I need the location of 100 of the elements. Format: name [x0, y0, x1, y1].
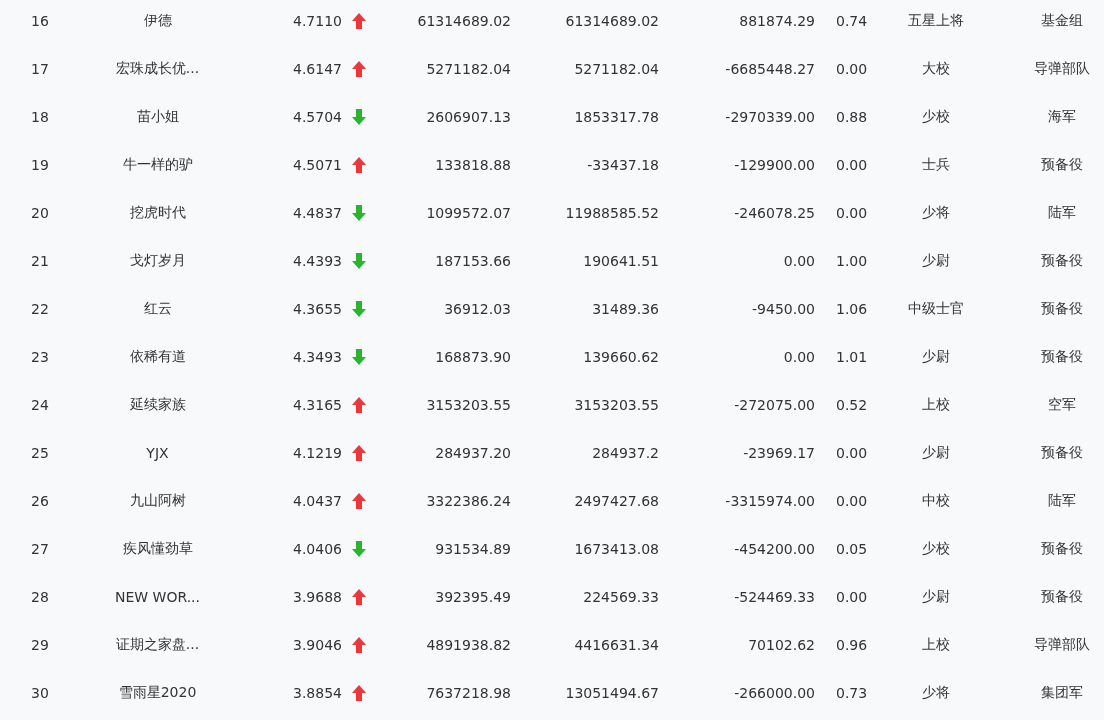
user-name: 伊德 [143, 12, 172, 30]
rank-number: 28 [31, 589, 49, 605]
table-cell: 3153203.55 [574, 397, 659, 413]
rank-title: 五星上将 [908, 12, 964, 30]
table-cell: 0.00 [836, 445, 868, 461]
score-value: 4.3493 [293, 349, 342, 365]
table-cell: 0.52 [836, 397, 868, 413]
score-value: 4.5071 [293, 157, 342, 173]
rank-title: 少尉 [922, 348, 950, 366]
user-name: 依稀有道 [129, 348, 186, 366]
user-name: YJX [146, 445, 169, 461]
table-cell: 5271182.04 [574, 61, 659, 77]
group-name: 导弹部队 [1034, 60, 1090, 78]
table-cell: 7637218.98 [426, 685, 511, 701]
table-cell: -129900.00 [734, 157, 815, 173]
table-cell: -33437.18 [587, 157, 659, 173]
table-cell: -23969.17 [743, 445, 815, 461]
rank-title: 少尉 [922, 444, 950, 462]
table-cell: 1.01 [836, 349, 868, 365]
user-name: 疾风懂劲草 [122, 540, 193, 558]
rank-number: 30 [31, 685, 49, 701]
table-cell: 31489.36 [592, 301, 659, 317]
table-cell: -9450.00 [752, 301, 815, 317]
table-cell: 881874.29 [739, 13, 815, 29]
table-cell: 168873.90 [435, 349, 511, 365]
table-cell: 1673413.08 [574, 541, 659, 557]
rank-title: 中级士官 [908, 300, 964, 318]
group-name: 预备役 [1041, 156, 1083, 174]
table-cell: 3322386.24 [426, 493, 511, 509]
rank-number: 29 [31, 637, 49, 653]
table-cell: 70102.62 [748, 637, 815, 653]
table-cell: -2970339.00 [725, 109, 815, 125]
rank-number: 19 [31, 157, 49, 173]
rank-number: 27 [31, 541, 49, 557]
group-name: 集团军 [1041, 684, 1083, 702]
rank-title: 少校 [922, 108, 950, 126]
user-name: 戈灯岁月 [129, 252, 186, 270]
table-cell: 392395.49 [435, 589, 511, 605]
rank-number: 21 [31, 253, 49, 269]
user-name: 雪雨星2020 [118, 684, 197, 702]
user-name: NEW WOR... [114, 589, 201, 605]
table-cell: 0.88 [836, 109, 868, 125]
table-cell: 0.00 [836, 589, 868, 605]
rank-number: 18 [31, 109, 49, 125]
table-cell: 0.00 [836, 61, 868, 77]
group-name: 预备役 [1041, 300, 1083, 318]
score-value: 3.9046 [293, 637, 342, 653]
rank-number: 16 [31, 13, 49, 29]
score-value: 4.1219 [293, 445, 342, 461]
table-cell: 11988585.52 [565, 205, 659, 221]
table-cell: 284937.2 [592, 445, 659, 461]
rank-number: 24 [31, 397, 49, 413]
table-cell: 0.00 [836, 157, 868, 173]
rank-number: 26 [31, 493, 49, 509]
group-name: 空军 [1048, 396, 1076, 414]
user-name: 苗小姐 [136, 108, 179, 126]
user-name: 九山阿树 [129, 492, 186, 510]
group-name: 预备役 [1041, 588, 1083, 606]
user-name: 挖虎时代 [129, 204, 186, 222]
rank-number: 23 [31, 349, 49, 365]
score-value: 3.8854 [293, 685, 342, 701]
table-cell: 4416631.34 [574, 637, 659, 653]
table-cell: 0.96 [836, 637, 868, 653]
table-cell: 4891938.82 [426, 637, 511, 653]
table-cell: 187153.66 [435, 253, 511, 269]
score-value: 4.5704 [293, 109, 342, 125]
rank-number: 17 [31, 61, 49, 77]
score-value: 4.0437 [293, 493, 342, 509]
table-cell: 13051494.67 [565, 685, 659, 701]
table-cell: 61314689.02 [565, 13, 659, 29]
table-cell: 1.06 [836, 301, 868, 317]
group-name: 导弹部队 [1034, 636, 1090, 654]
rank-title: 少尉 [922, 252, 950, 270]
score-value: 4.4837 [293, 205, 342, 221]
rank-title: 少校 [922, 540, 950, 558]
rank-number: 22 [31, 301, 49, 317]
table-cell: -272075.00 [734, 397, 815, 413]
rank-number: 25 [31, 445, 49, 461]
table-cell: -6685448.27 [725, 61, 815, 77]
table-cell: 133818.88 [435, 157, 511, 173]
table-cell: 5271182.04 [426, 61, 511, 77]
group-name: 陆军 [1048, 492, 1076, 510]
table-cell: 0.73 [836, 685, 868, 701]
group-name: 海军 [1048, 108, 1076, 126]
score-value: 4.6147 [293, 61, 342, 77]
score-value: 4.4393 [293, 253, 342, 269]
rank-title: 士兵 [922, 156, 950, 174]
group-name: 预备役 [1041, 540, 1083, 558]
score-value: 3.9688 [293, 589, 342, 605]
group-name: 预备役 [1041, 252, 1083, 270]
table-cell: -524469.33 [734, 589, 815, 605]
user-name: 红云 [143, 300, 172, 318]
score-value: 4.3655 [293, 301, 342, 317]
table-cell: 931534.89 [435, 541, 511, 557]
score-value: 4.7110 [293, 13, 342, 29]
table-cell: 224569.33 [583, 589, 659, 605]
rank-title: 中校 [922, 492, 950, 510]
table-cell: 0.00 [783, 349, 815, 365]
score-value: 4.3165 [293, 397, 342, 413]
table-cell: 0.00 [783, 253, 815, 269]
